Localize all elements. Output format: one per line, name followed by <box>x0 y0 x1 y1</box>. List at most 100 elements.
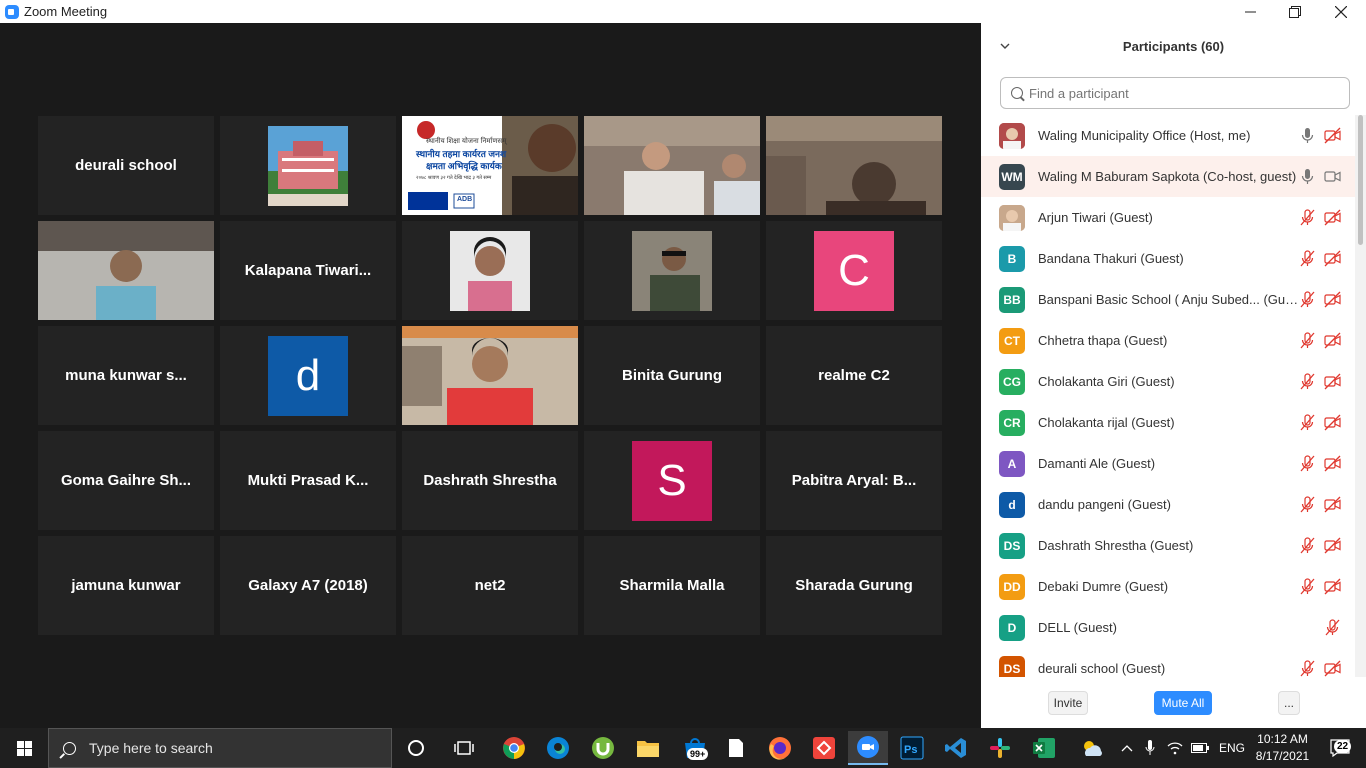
microphone-muted-icon[interactable] <box>1324 619 1341 636</box>
video-off-icon[interactable] <box>1324 414 1341 431</box>
participant-row[interactable]: CR Cholakanta rijal (Guest) <box>981 402 1355 443</box>
invite-button[interactable]: Invite <box>1048 691 1088 715</box>
wifi-icon[interactable] <box>1167 741 1183 755</box>
participant-row[interactable]: A Damanti Ale (Guest) <box>981 443 1355 484</box>
weather-icon[interactable] <box>1078 734 1106 762</box>
video-tile[interactable] <box>584 221 760 320</box>
video-tile[interactable] <box>766 116 942 215</box>
firefox-icon[interactable] <box>766 734 794 762</box>
video-tile[interactable] <box>402 326 578 425</box>
video-tile[interactable]: Pabitra Aryal: B... <box>766 431 942 530</box>
start-button[interactable] <box>0 728 48 768</box>
zoom-taskbar-icon[interactable] <box>848 731 888 765</box>
video-tile[interactable]: Kalapana Tiwari... <box>220 221 396 320</box>
video-off-icon[interactable] <box>1324 127 1341 144</box>
video-off-icon[interactable] <box>1324 660 1341 677</box>
chevron-up-icon[interactable] <box>1121 744 1133 752</box>
battery-icon[interactable] <box>1191 743 1209 753</box>
video-tile[interactable]: Dashrath Shrestha <box>402 431 578 530</box>
chevron-down-icon[interactable] <box>1000 42 1010 50</box>
task-view-icon[interactable] <box>450 734 478 762</box>
participant-row[interactable]: CT Chhetra thapa (Guest) <box>981 320 1355 361</box>
more-options-button[interactable]: ... <box>1278 691 1300 715</box>
scrollbar-thumb[interactable] <box>1358 115 1363 245</box>
participant-row[interactable]: Waling Municipality Office (Host, me) <box>981 115 1355 156</box>
microphone-muted-icon[interactable] <box>1299 373 1316 390</box>
participant-row[interactable]: BB Banspani Basic School ( Anju Subed... … <box>981 279 1355 320</box>
video-tile[interactable]: jamuna kunwar <box>38 536 214 635</box>
participant-row[interactable]: WM Waling M Baburam Sapkota (Co-host, gue… <box>981 156 1355 197</box>
video-off-icon[interactable] <box>1324 332 1341 349</box>
video-off-icon[interactable] <box>1324 496 1341 513</box>
cortana-icon[interactable] <box>402 734 430 762</box>
video-tile[interactable]: Sharmila Malla <box>584 536 760 635</box>
anydesk-icon[interactable] <box>810 734 838 762</box>
video-tile[interactable]: d <box>220 326 396 425</box>
video-off-icon[interactable] <box>1324 250 1341 267</box>
language-indicator[interactable]: ENG <box>1219 741 1245 755</box>
participant-row[interactable]: DS Dashrath Shrestha (Guest) <box>981 525 1355 566</box>
microphone-muted-icon[interactable] <box>1299 209 1316 226</box>
video-tile[interactable] <box>402 221 578 320</box>
video-tile[interactable]: C <box>766 221 942 320</box>
participant-row[interactable]: Arjun Tiwari (Guest) <box>981 197 1355 238</box>
participant-row[interactable]: DS deurali school (Guest) <box>981 648 1355 677</box>
video-off-icon[interactable] <box>1324 373 1341 390</box>
file-explorer-icon[interactable] <box>634 734 662 762</box>
microphone-muted-icon[interactable] <box>1299 660 1316 677</box>
taskbar-clock[interactable]: 10:12 AM 8/17/2021 <box>1250 731 1315 765</box>
participant-list-scrollbar[interactable] <box>1355 115 1366 677</box>
participant-row[interactable]: D DELL (Guest) <box>981 607 1355 648</box>
slack-icon[interactable] <box>986 734 1014 762</box>
participant-search-input[interactable] <box>1029 85 1329 101</box>
participant-row[interactable]: d dandu pangeni (Guest) <box>981 484 1355 525</box>
participant-row[interactable]: DD Debaki Dumre (Guest) <box>981 566 1355 607</box>
video-tile[interactable]: स्थानीय शिक्षा योजना निर्माणसम् स्थानीय त… <box>402 116 578 215</box>
participant-row[interactable]: B Bandana Thakuri (Guest) <box>981 238 1355 279</box>
video-tile[interactable]: realme C2 <box>766 326 942 425</box>
video-off-icon[interactable] <box>1324 537 1341 554</box>
microphone-muted-icon[interactable] <box>1299 537 1316 554</box>
close-button[interactable] <box>1318 0 1364 23</box>
video-tile[interactable] <box>38 221 214 320</box>
video-tile[interactable]: S <box>584 431 760 530</box>
microphone-muted-icon[interactable] <box>1299 455 1316 472</box>
restore-button[interactable] <box>1272 0 1318 23</box>
video-tile[interactable]: net2 <box>402 536 578 635</box>
video-tile[interactable]: Goma Gaihre Sh... <box>38 431 214 530</box>
video-tile[interactable]: Mukti Prasad K... <box>220 431 396 530</box>
video-tile[interactable] <box>584 116 760 215</box>
photoshop-icon[interactable]: Ps <box>898 734 926 762</box>
video-off-icon[interactable] <box>1324 578 1341 595</box>
microphone-muted-icon[interactable] <box>1299 578 1316 595</box>
video-off-icon[interactable] <box>1324 291 1341 308</box>
participant-row[interactable]: CG Cholakanta Giri (Guest) <box>981 361 1355 402</box>
notification-center-button[interactable]: 22 <box>1326 734 1354 762</box>
utorrent-icon[interactable] <box>589 734 617 762</box>
microphone-muted-icon[interactable] <box>1299 291 1316 308</box>
microphone-on-icon[interactable] <box>1299 127 1316 144</box>
video-tile[interactable]: muna kunwar s... <box>38 326 214 425</box>
chrome-icon[interactable] <box>500 734 528 762</box>
microphone-on-icon[interactable] <box>1299 168 1316 185</box>
mute-all-button[interactable]: Mute All <box>1154 691 1212 715</box>
document-icon[interactable] <box>722 734 750 762</box>
microphone-muted-icon[interactable] <box>1299 332 1316 349</box>
video-tile[interactable]: Sharada Gurung <box>766 536 942 635</box>
store-icon[interactable]: 99+ <box>678 734 712 762</box>
video-tile[interactable] <box>220 116 396 215</box>
taskbar-search-box[interactable]: Type here to search <box>48 728 392 768</box>
video-off-icon[interactable] <box>1324 209 1341 226</box>
vscode-icon[interactable] <box>942 734 970 762</box>
video-tile[interactable]: deurali school <box>38 116 214 215</box>
video-tile[interactable]: Galaxy A7 (2018) <box>220 536 396 635</box>
minimize-button[interactable] <box>1227 0 1273 23</box>
microphone-tray-icon[interactable] <box>1145 740 1155 756</box>
microphone-muted-icon[interactable] <box>1299 250 1316 267</box>
video-tile[interactable]: Binita Gurung <box>584 326 760 425</box>
participant-search-box[interactable] <box>1000 77 1350 109</box>
video-on-icon[interactable] <box>1324 168 1341 185</box>
microphone-muted-icon[interactable] <box>1299 496 1316 513</box>
video-off-icon[interactable] <box>1324 455 1341 472</box>
microphone-muted-icon[interactable] <box>1299 414 1316 431</box>
